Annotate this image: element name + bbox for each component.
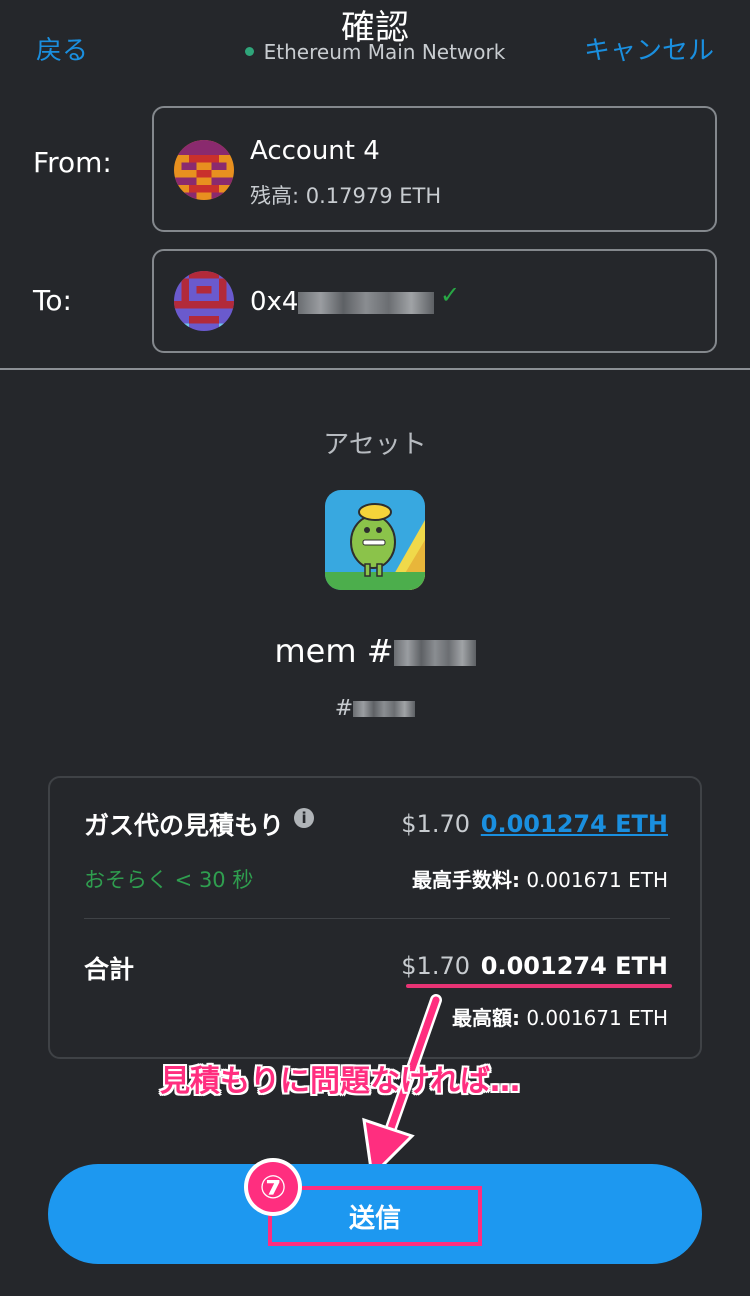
gas-fee-usd: $1.70 bbox=[401, 810, 470, 838]
account-balance: 残高: 0.17979 ETH bbox=[250, 184, 442, 208]
annotation-text: 見積もりに問題なければ… bbox=[160, 1064, 520, 1099]
card-divider bbox=[84, 918, 670, 919]
redacted-token-id bbox=[353, 701, 416, 717]
nft-token-id: # bbox=[0, 696, 750, 721]
redacted-address bbox=[298, 291, 435, 314]
asset-label: アセット bbox=[323, 430, 427, 460]
total-label: 合計 bbox=[84, 955, 135, 984]
total-usd: $1.70 bbox=[401, 952, 470, 980]
redacted-token-id bbox=[393, 640, 476, 666]
to-account-card[interactable]: 0x4 ✓ bbox=[152, 249, 717, 353]
account-name: Account 4 bbox=[250, 136, 380, 166]
from-label: From: bbox=[33, 146, 112, 179]
gas-time-estimate: おそらく < 30 秒 bbox=[84, 868, 254, 892]
step-number-badge: ⑦ bbox=[244, 1158, 302, 1216]
annotation-underline bbox=[406, 984, 672, 988]
network-status-dot bbox=[244, 47, 254, 56]
gas-fee-title: ガス代の見積もり i bbox=[84, 806, 315, 842]
step-number: ⑦ bbox=[248, 1162, 298, 1212]
nft-name: mem # bbox=[0, 632, 750, 670]
account-identicon bbox=[174, 140, 234, 200]
cancel-button[interactable]: キャンセル bbox=[584, 30, 714, 67]
from-account-card[interactable]: Account 4 残高: 0.17979 ETH bbox=[152, 106, 717, 232]
section-divider bbox=[0, 368, 750, 370]
info-icon[interactable]: i bbox=[294, 808, 315, 828]
check-icon: ✓ bbox=[440, 281, 461, 309]
max-amount: 最高額: 0.001671 ETH bbox=[451, 1006, 668, 1030]
gas-fee-card: ガス代の見積もり i $1.70 0.001274 ETH おそらく < 30 秒… bbox=[48, 776, 702, 1059]
recipient-address: 0x4 bbox=[250, 287, 435, 317]
max-fee: 最高手数料: 0.001671 ETH bbox=[411, 868, 668, 892]
to-label: To: bbox=[33, 284, 72, 317]
account-identicon bbox=[174, 271, 234, 331]
nft-thumbnail bbox=[325, 490, 425, 590]
network-name: Ethereum Main Network bbox=[263, 40, 506, 64]
total-eth: 0.001274 ETH bbox=[480, 952, 668, 980]
gas-fee-eth-link[interactable]: 0.001274 ETH bbox=[481, 810, 668, 838]
header: 戻る 確認 Ethereum Main Network キャンセル bbox=[0, 0, 750, 80]
